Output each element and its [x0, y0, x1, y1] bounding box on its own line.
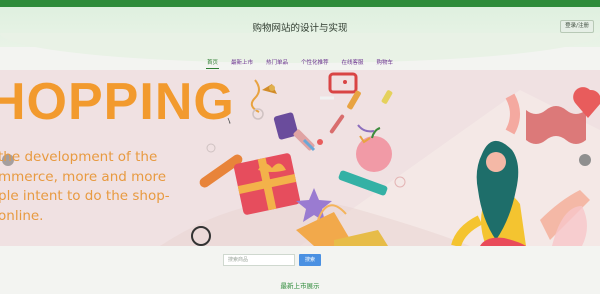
site-title: 购物网站的设计与实现	[252, 23, 348, 34]
banner-subtitle: the development of the mmerce, more and …	[0, 149, 170, 224]
hero-banner[interactable]: HOPPING the development of the mmerce, m…	[0, 70, 600, 246]
nav-item-recommendations[interactable]: 个性化推荐	[300, 58, 330, 68]
nav-item-cart[interactable]: 购物车	[376, 58, 395, 68]
nav-item-customer-service[interactable]: 在线客服	[341, 58, 365, 68]
section-title-new-arrivals: 最新上市展示	[280, 282, 320, 290]
search-button[interactable]: 搜索	[299, 254, 321, 266]
main-nav: 首页 最新上市 热门单品 个性化推荐 在线客服 购物车	[0, 58, 600, 69]
banner-headline: HOPPING	[0, 73, 235, 131]
login-register-button[interactable]: 登录/注册	[560, 20, 594, 33]
nav-item-home[interactable]: 首页	[205, 58, 219, 69]
nav-item-new-arrivals[interactable]: 最新上市	[230, 58, 254, 68]
search-bar: 搜索	[0, 254, 600, 268]
top-accent-bar	[0, 0, 600, 7]
nav-item-hot-items[interactable]: 热门单品	[265, 58, 289, 68]
search-input[interactable]	[223, 254, 295, 266]
